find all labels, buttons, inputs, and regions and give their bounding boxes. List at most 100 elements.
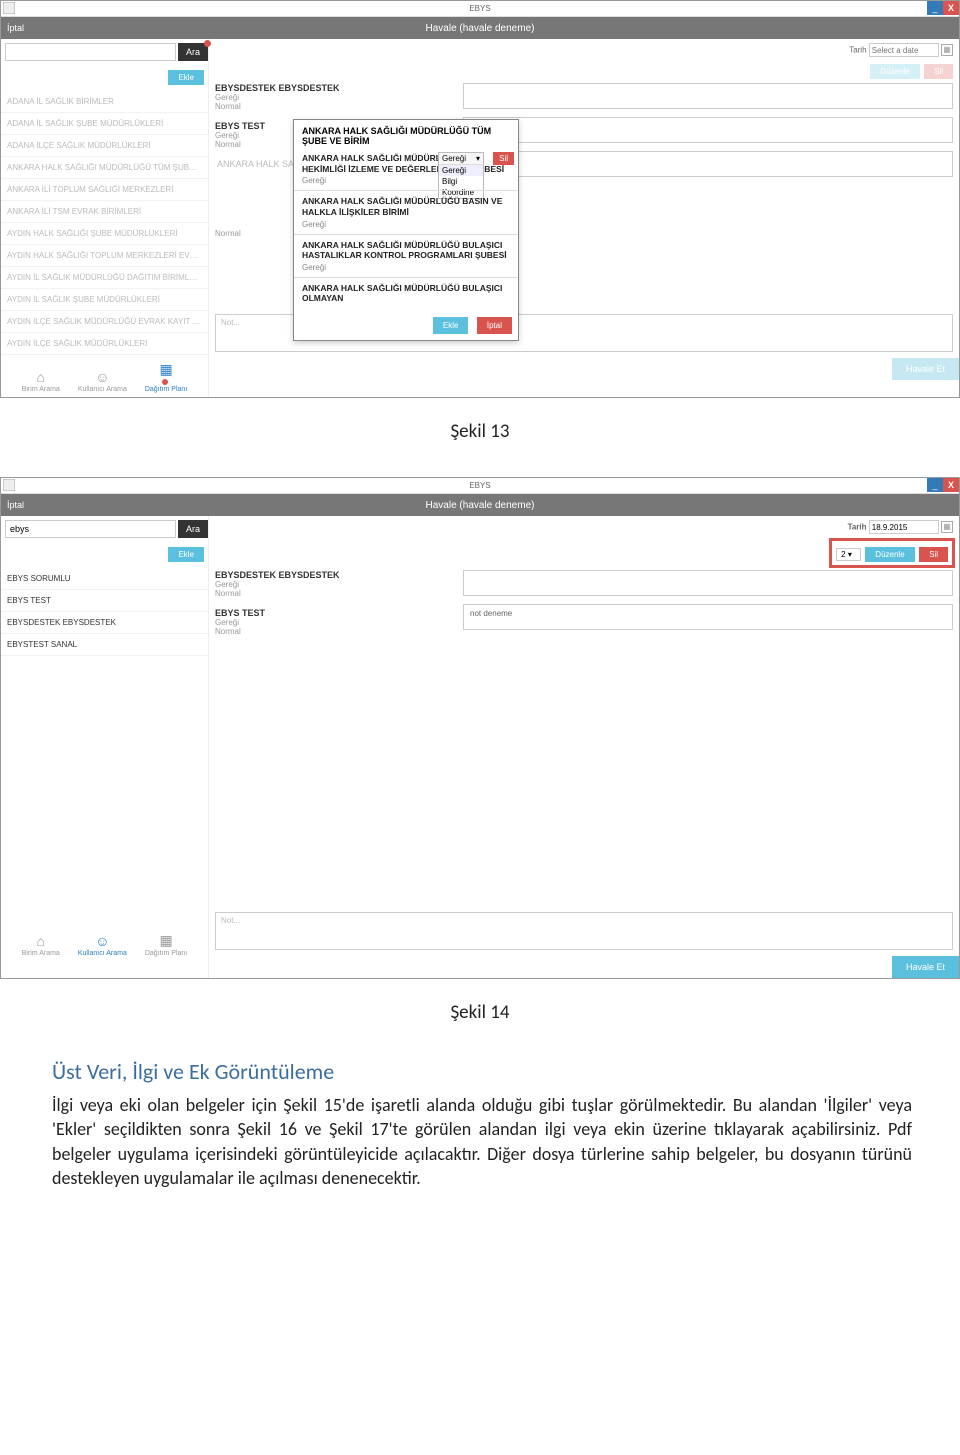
list-item[interactable]: EBYS SORUMLU: [1, 568, 208, 590]
list-item[interactable]: AYDIN İLÇE SAĞLIK MÜDÜRLÜĞÜ EVRAK KAYIT …: [1, 311, 208, 333]
tab-dagitim-plani[interactable]: ▦Dağıtım Planı: [145, 361, 187, 393]
forward-button[interactable]: Havale Et: [892, 358, 959, 380]
popup-title: ANKARA HALK SAĞLIĞI MÜDÜRLÜĞÜ TÜM ŞUBE V…: [294, 120, 518, 148]
dropdown-option[interactable]: Gereği: [439, 165, 483, 176]
section-heading: Üst Veri, İlgi ve Ek Görüntüleme: [52, 1058, 960, 1085]
titlebar: EBYS _ X: [1, 1, 959, 17]
list-item[interactable]: EBYSDESTEK EBYSDESTEK: [1, 612, 208, 634]
date-input[interactable]: [869, 520, 939, 534]
unit-list: ADANA İL SAĞLIK BİRİMLER ADANA İL SAĞLIK…: [1, 91, 208, 355]
list-item[interactable]: ADANA İL SAĞLIK BİRİMLER: [1, 91, 208, 113]
app-icon: [3, 479, 15, 491]
section-paragraph: İlgi veya eki olan belgeler için Şekil 1…: [52, 1093, 912, 1190]
figure-caption-13: Şekil 13: [0, 420, 960, 443]
date-row: Tarih ▦: [209, 39, 959, 59]
subtitle-text: Havale (havale deneme): [426, 500, 535, 511]
tab-kullanici-arama[interactable]: ☺Kullanıcı Arama: [78, 933, 127, 957]
popup-cancel-button[interactable]: İptal: [477, 317, 512, 334]
unit-list: EBYS SORUMLU EBYS TEST EBYSDESTEK EBYSDE…: [1, 568, 208, 656]
bottom-tabs: ⌂Birim Arama ☺Kullanıcı Arama ▦Dağıtım P…: [1, 926, 208, 961]
titlebar: EBYS _ X: [1, 478, 959, 494]
tab-birim-arama[interactable]: ⌂Birim Arama: [22, 933, 60, 957]
entry-item[interactable]: EBYS TEST Gereği Normal: [215, 608, 451, 636]
window-title: EBYS: [469, 481, 490, 490]
chevron-down-icon: ▾: [848, 550, 852, 559]
cancel-link[interactable]: İptal: [7, 500, 24, 510]
user-icon: ☺: [78, 369, 127, 385]
home-icon: ⌂: [22, 369, 60, 385]
cancel-link[interactable]: İptal: [7, 23, 24, 33]
search-button[interactable]: Ara: [178, 520, 208, 538]
list-item[interactable]: ANKARA HALK SAĞLIĞI MÜDÜRLÜĞÜ TÜM ŞUBE V…: [1, 157, 208, 179]
edit-button[interactable]: Düzenle: [870, 64, 919, 79]
text-field[interactable]: [463, 570, 953, 596]
fields-column: [463, 83, 953, 248]
window-title: EBYS: [469, 4, 490, 13]
tab-dagitim-plani[interactable]: ▦Dağıtım Planı: [145, 932, 187, 957]
date-label: Tarih: [849, 46, 866, 55]
user-icon: ☺: [78, 933, 127, 949]
list-item[interactable]: ADANA İLÇE SAĞLIK MÜDÜRLÜKLERİ: [1, 135, 208, 157]
text-field[interactable]: [463, 117, 953, 143]
edit-button[interactable]: Düzenle: [865, 547, 914, 562]
date-label: Tarih: [848, 523, 867, 532]
list-item[interactable]: ANKARA İLİ TOPLUM SAĞLIĞI MERKEZLERİ: [1, 179, 208, 201]
app-icon: [3, 2, 15, 14]
list-item[interactable]: EBYS TEST: [1, 590, 208, 612]
entries-column: EBYSDESTEK EBYSDESTEK Gereği Normal EBYS…: [215, 570, 451, 646]
calendar-icon[interactable]: ▦: [941, 521, 953, 533]
subtitle-bar: İptal Havale (havale deneme): [1, 494, 959, 516]
chevron-down-icon: ▾: [476, 154, 480, 163]
notification-dot-icon: [162, 379, 168, 385]
delete-button[interactable]: Sil: [924, 64, 953, 79]
note-textarea[interactable]: Not...: [215, 912, 953, 950]
list-item[interactable]: AYDIN İL SAĞLIK MÜDÜRLÜĞÜ DAĞITIM BİRİML…: [1, 267, 208, 289]
tab-kullanici-arama[interactable]: ☺Kullanıcı Arama: [78, 369, 127, 393]
delete-button[interactable]: Sil: [919, 547, 948, 562]
text-field[interactable]: not deneme: [463, 604, 953, 630]
building-icon: ▦: [145, 361, 187, 378]
calendar-icon[interactable]: ▦: [941, 44, 953, 56]
list-item[interactable]: EBYSTEST SANAL: [1, 634, 208, 656]
tab-birim-arama[interactable]: ⌂Birim Arama: [22, 369, 60, 393]
entry-item[interactable]: EBYSDESTEK EBYSDESTEK Gereği Normal: [215, 83, 451, 111]
popup-add-button[interactable]: Ekle: [433, 317, 469, 334]
search-input[interactable]: [5, 520, 176, 538]
dropdown-option[interactable]: Bilgi: [439, 176, 483, 187]
distribution-popup: ANKARA HALK SAĞLIĞI MÜDÜRLÜĞÜ TÜM ŞUBE V…: [293, 119, 519, 341]
left-panel: Ara Ekle ADANA İL SAĞLIK BİRİMLER ADANA …: [1, 39, 209, 397]
date-input[interactable]: [869, 43, 939, 57]
close-button[interactable]: X: [943, 478, 959, 492]
popup-section: ANKARA HALK SAĞLIĞI MÜDÜRLÜĞÜ BASIN VE H…: [294, 190, 518, 233]
entry-item[interactable]: EBYSDESTEK EBYSDESTEK Gereği Normal: [215, 570, 451, 598]
list-item[interactable]: AYDIN İLÇE SAĞLIK MÜDÜRLÜKLERİ: [1, 333, 208, 355]
list-item[interactable]: AYDIN HALK SAĞLIĞI TOPLUM MERKEZLERİ EVR…: [1, 245, 208, 267]
popup-footer: Ekle İptal: [294, 309, 518, 340]
entries-column: EBYSDESTEK EBYSDESTEK Gereği Normal EBYS…: [215, 83, 451, 248]
list-item[interactable]: ADANA İL SAĞLIK ŞUBE MÜDÜRLÜKLERİ: [1, 113, 208, 135]
date-row: Tarih ▦: [209, 516, 959, 536]
popup-section: ANKARA HALK SAĞLIĞI MÜDÜRLÜĞÜ BULAŞICI O…: [294, 277, 518, 309]
search-button[interactable]: Ara: [178, 43, 208, 61]
popup-delete-button[interactable]: Sil: [493, 152, 514, 165]
search-input[interactable]: [5, 43, 176, 61]
forward-button[interactable]: Havale Et: [892, 956, 959, 978]
edit-delete-row-highlighted: 2 ▾ Düzenle Sil: [829, 538, 955, 568]
right-panel: Tarih ▦ 2 ▾ Düzenle Sil EBYSDESTEK EBYSD…: [209, 516, 959, 978]
list-item[interactable]: AYDIN İL SAĞLIK ŞUBE MÜDÜRLÜKLERİ: [1, 289, 208, 311]
fields-column: not deneme: [463, 570, 953, 646]
close-button[interactable]: X: [943, 1, 959, 15]
subtitle-bar: İptal Havale (havale deneme): [1, 17, 959, 39]
text-field[interactable]: [463, 151, 953, 177]
left-panel: Ara Ekle EBYS SORUMLU EBYS TEST EBYSDEST…: [1, 516, 209, 978]
add-button[interactable]: Ekle: [168, 547, 204, 562]
count-dropdown[interactable]: 2 ▾: [836, 548, 861, 561]
minimize-button[interactable]: _: [927, 478, 943, 492]
subtitle-text: Havale (havale deneme): [426, 23, 535, 34]
list-item[interactable]: ANKARA İLİ TSM EVRAK BİRİMLERİ: [1, 201, 208, 223]
minimize-button[interactable]: _: [927, 1, 943, 15]
text-field[interactable]: [463, 83, 953, 109]
add-button[interactable]: Ekle: [168, 70, 204, 85]
right-panel: Tarih ▦ Düzenle Sil EBYSDESTEK EBYSDESTE…: [209, 39, 959, 397]
list-item[interactable]: AYDIN HALK SAĞLIĞI ŞUBE MÜDÜRLÜKLERİ: [1, 223, 208, 245]
